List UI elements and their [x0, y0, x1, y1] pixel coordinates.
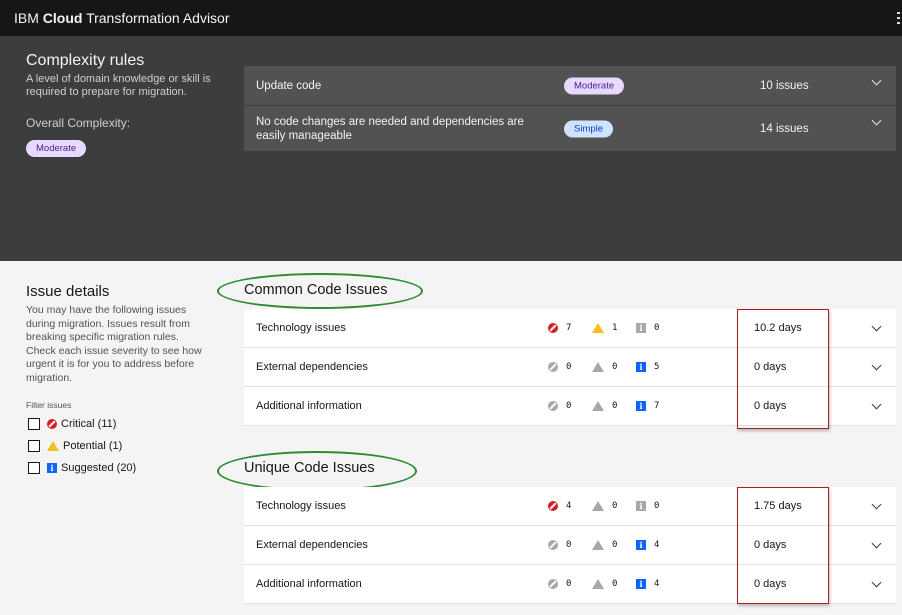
suggested-count: 0	[654, 501, 660, 511]
filter-label: Suggested (20)	[61, 462, 137, 474]
brand-title[interactable]: IBM Cloud Transformation Advisor	[14, 10, 230, 26]
info-icon: i	[47, 463, 57, 473]
critical-icon	[548, 540, 558, 550]
filter-label: Critical (11)	[61, 418, 117, 430]
warning-icon	[592, 501, 604, 511]
brand-prefix: IBM	[14, 10, 39, 26]
rule-text: Update code	[256, 79, 322, 92]
common-issues-title: Common Code Issues	[244, 282, 388, 298]
critical-count: 7	[566, 323, 572, 333]
filter-suggested[interactable]: i Suggested (20)	[28, 462, 136, 474]
issue-details-title: Issue details	[26, 283, 110, 300]
issue-name: Technology issues	[256, 500, 346, 512]
brand-bold: Cloud	[42, 10, 83, 26]
info-icon: i	[636, 362, 646, 372]
issue-name: External dependencies	[256, 539, 368, 551]
complexity-title: Complexity rules	[26, 52, 145, 69]
chevron-down-icon[interactable]	[871, 321, 882, 332]
filter-checkbox[interactable]	[28, 418, 40, 430]
warning-icon	[47, 441, 59, 451]
chevron-down-icon[interactable]	[871, 115, 882, 126]
critical-icon	[47, 419, 57, 429]
chevron-down-icon[interactable]	[871, 75, 882, 86]
overall-complexity-value: Moderate	[26, 140, 87, 157]
critical-count: 0	[566, 362, 572, 372]
issue-name: Additional information	[256, 578, 362, 590]
critical-icon	[548, 362, 558, 372]
suggested-count: 4	[654, 540, 660, 550]
critical-icon	[548, 323, 558, 333]
issue-name: Additional information	[256, 400, 362, 412]
suggested-count: 5	[654, 362, 660, 372]
annotation-box	[737, 487, 829, 604]
brand-suffix: Transformation Advisor	[86, 10, 230, 26]
warning-icon	[592, 540, 604, 550]
complexity-rules-table: Update code Moderate 10 issues No code c…	[244, 66, 896, 152]
rule-issue-count: 10 issues	[760, 79, 809, 92]
warning-icon	[592, 579, 604, 589]
complexity-description: A level of domain knowledge or skill is …	[26, 73, 211, 98]
warning-icon	[592, 401, 604, 411]
chevron-down-icon[interactable]	[871, 399, 882, 410]
warning-icon	[592, 362, 604, 372]
filter-potential[interactable]: Potential (1)	[28, 440, 122, 452]
filter-label: Potential (1)	[63, 440, 123, 452]
suggested-count: 4	[654, 579, 660, 589]
filter-checkbox[interactable]	[28, 440, 40, 452]
rule-issue-count: 14 issues	[760, 122, 809, 135]
chevron-down-icon[interactable]	[871, 360, 882, 371]
potential-count: 1	[612, 323, 618, 333]
critical-count: 0	[566, 579, 572, 589]
suggested-count: 7	[654, 401, 660, 411]
critical-count: 0	[566, 401, 572, 411]
rule-text: No code changes are needed and dependenc…	[256, 115, 524, 142]
overall-complexity-label: Overall Complexity:	[26, 116, 131, 130]
chevron-down-icon[interactable]	[871, 577, 882, 588]
potential-count: 0	[612, 579, 618, 589]
issue-details-section: Issue details You may have the following…	[0, 261, 902, 615]
app-header: IBM Cloud Transformation Advisor	[0, 0, 902, 36]
potential-count: 0	[612, 540, 618, 550]
issue-name: External dependencies	[256, 361, 368, 373]
info-icon: i	[636, 401, 646, 411]
issue-details-description: You may have the following issues during…	[26, 304, 202, 384]
filter-issues-label: Filter issues	[26, 400, 72, 410]
potential-count: 0	[612, 401, 618, 411]
filter-checkbox[interactable]	[28, 462, 40, 474]
issue-name: Technology issues	[256, 322, 346, 334]
complexity-rule-row[interactable]: No code changes are needed and dependenc…	[244, 106, 896, 152]
issue-counts: 0 0 i7	[548, 401, 680, 411]
issue-counts: 0 0 i5	[548, 362, 680, 372]
chevron-down-icon[interactable]	[871, 499, 882, 510]
critical-count: 0	[566, 540, 572, 550]
warning-icon	[592, 323, 604, 333]
suggested-count: 0	[654, 323, 660, 333]
critical-count: 4	[566, 501, 572, 511]
unique-issues-title: Unique Code Issues	[244, 460, 375, 476]
rule-tag: Moderate	[564, 77, 625, 94]
complexity-rule-row[interactable]: Update code Moderate 10 issues	[244, 66, 896, 106]
potential-count: 0	[612, 362, 618, 372]
filter-critical[interactable]: Critical (11)	[28, 418, 116, 430]
info-icon: i	[636, 540, 646, 550]
critical-icon	[548, 501, 558, 511]
info-icon: i	[636, 501, 646, 511]
info-icon: i	[636, 323, 646, 333]
issue-counts: 7 1 i0	[548, 323, 680, 333]
overflow-menu-icon[interactable]	[897, 12, 900, 24]
potential-count: 0	[612, 501, 618, 511]
chevron-down-icon[interactable]	[871, 538, 882, 549]
issue-counts: 0 0 i4	[548, 579, 680, 589]
rule-tag: Simple	[564, 120, 614, 137]
issue-counts: 4 0 i0	[548, 501, 680, 511]
info-icon: i	[636, 579, 646, 589]
critical-icon	[548, 401, 558, 411]
complexity-section: Complexity rules A level of domain knowl…	[0, 36, 902, 261]
annotation-box	[737, 309, 829, 429]
overall-complexity-tag: Moderate	[26, 138, 87, 157]
critical-icon	[548, 579, 558, 589]
issue-counts: 0 0 i4	[548, 540, 680, 550]
